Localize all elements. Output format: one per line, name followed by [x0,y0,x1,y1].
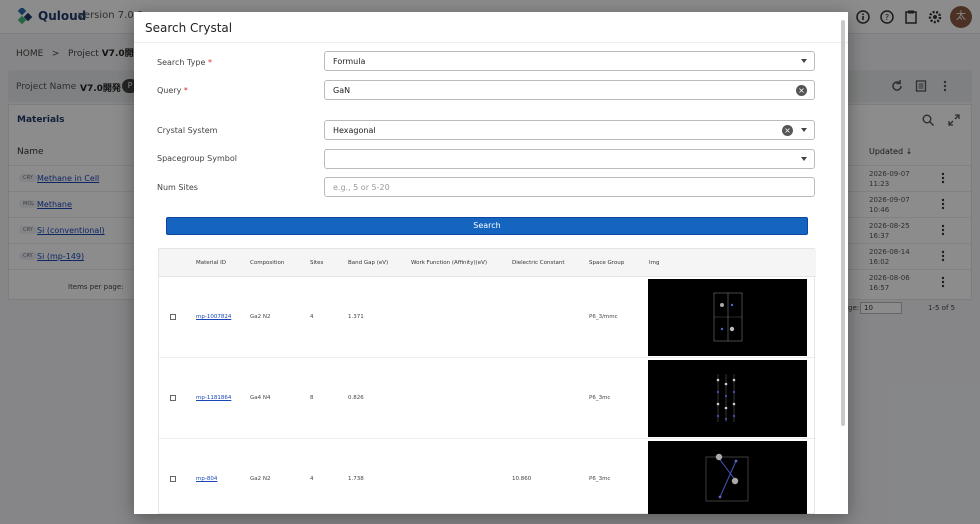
clear-icon[interactable]: × [796,85,807,96]
material-id-link[interactable]: mp-804 [196,476,217,482]
crystal-structure-thumbnail [648,279,807,356]
composition-cell: Ga2 N2 [250,476,271,482]
crystal-system-label: Crystal System [157,126,218,135]
header-material-id[interactable]: Material ID [196,260,226,266]
band-gap-cell: 1.371 [348,314,364,320]
material-id-link[interactable]: mp-1007824 [196,314,231,320]
band-gap-cell: 0.826 [348,395,364,401]
header-space-group[interactable]: Space Group [589,260,624,266]
caret-down-icon [801,128,807,132]
clear-icon[interactable]: × [782,125,793,136]
query-label: Query * [157,86,188,95]
space-group-cell: P6_3mc [589,395,611,401]
result-row[interactable]: mp-804 Ga2 N2 4 1.738 10.860 P6_3mc [159,439,816,514]
caret-down-icon [801,157,807,161]
search-type-label: Search Type * [157,58,212,67]
num-sites-placeholder: e.g., 5 or 5-20 [333,183,390,192]
crystal-system-value: Hexagonal [333,126,376,135]
header-composition[interactable]: Composition [250,260,284,266]
row-checkbox[interactable] [170,314,176,320]
search-type-value: Formula [333,57,366,66]
row-checkbox[interactable] [170,395,176,401]
sites-cell: 8 [310,395,314,401]
dialog-divider [134,42,848,43]
num-sites-label: Num Sites [157,183,198,192]
results-table: Material ID Composition Sites Band Gap (… [158,248,816,514]
results-header: Material ID Composition Sites Band Gap (… [159,249,816,277]
query-value: GaN [333,86,351,95]
space-group-cell: P6_3/mmc [589,314,618,320]
sites-cell: 4 [310,314,314,320]
composition-cell: Ga2 N2 [250,314,271,320]
query-input[interactable]: GaN × [324,80,815,100]
header-sites[interactable]: Sites [310,260,323,266]
spacegroup-select[interactable] [324,149,815,169]
caret-down-icon [801,59,807,63]
dielectric-cell: 10.860 [512,476,532,482]
spacegroup-label: Spacegroup Symbol [157,154,237,163]
row-checkbox[interactable] [170,476,176,482]
crystal-system-select[interactable]: Hexagonal × [324,120,815,140]
search-crystal-dialog: Search Crystal Search Type * Formula Que… [134,12,848,514]
header-band-gap[interactable]: Band Gap (eV) [348,260,388,266]
crystal-structure-thumbnail [648,441,807,514]
material-id-link[interactable]: mp-1181864 [196,395,231,401]
composition-cell: Ga4 N4 [250,395,271,401]
header-dielectric-constant[interactable]: Dielectric Constant [512,260,565,266]
dialog-scrollbar[interactable] [841,20,845,426]
num-sites-input[interactable]: e.g., 5 or 5-20 [324,177,815,197]
result-row[interactable]: mp-1007824 Ga2 N2 4 1.371 P6_3/mmc [159,277,816,358]
header-img: Img [649,260,660,266]
header-work-function[interactable]: Work Function (Affinity)(eV) [411,260,487,266]
sites-cell: 4 [310,476,314,482]
result-row[interactable]: mp-1181864 Ga4 N4 8 0.826 P6_3mc [159,358,816,439]
space-group-cell: P6_3mc [589,476,611,482]
band-gap-cell: 1.738 [348,476,364,482]
crystal-structure-thumbnail [648,360,807,437]
search-type-select[interactable]: Formula [324,51,815,71]
dialog-title: Search Crystal [145,21,233,35]
search-button[interactable]: Search [166,217,808,235]
